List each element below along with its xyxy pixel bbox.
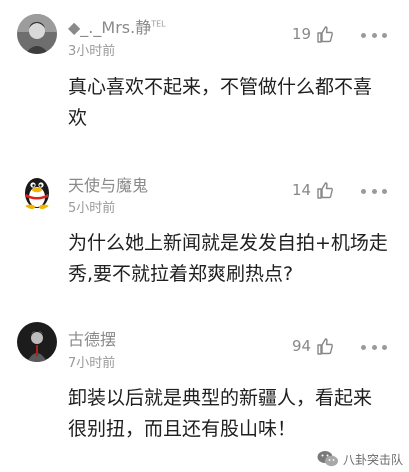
more-dot <box>361 188 366 194</box>
username[interactable]: ◆_._Mrs.静TEL <box>68 14 166 38</box>
more-dot <box>361 32 366 38</box>
more-button[interactable] <box>361 338 387 356</box>
username-text: ◆_._Mrs.静 <box>68 18 152 37</box>
comment-text: 卸装以后就是典型的新疆人，看起来很别扭，而且还有股山味！ <box>68 387 373 440</box>
qq-penguin-icon <box>25 178 49 210</box>
more-button[interactable] <box>361 26 387 44</box>
avatar[interactable] <box>17 322 57 362</box>
timestamp: 5小时前 <box>68 201 116 216</box>
thumbs-up-icon <box>317 26 334 43</box>
like-count: 94 <box>292 337 312 355</box>
avatar-image <box>17 322 57 362</box>
more-dot <box>382 32 387 38</box>
more-dot <box>361 344 366 350</box>
like-button[interactable]: 14 <box>292 180 335 200</box>
more-button[interactable] <box>361 182 387 200</box>
avatar[interactable] <box>17 14 57 54</box>
more-dot <box>371 188 377 194</box>
like-count: 19 <box>292 25 312 43</box>
thumbs-up-icon <box>317 182 334 199</box>
like-button[interactable]: 19 <box>292 24 335 44</box>
like-count: 14 <box>292 181 312 199</box>
comment-text: 为什么她上新闻就是发发自拍+机场走秀,要不就拉着郑爽刷热点? <box>68 232 388 285</box>
username[interactable]: 天使与魔鬼 <box>68 172 148 196</box>
timestamp: 7小时前 <box>68 356 116 371</box>
like-button[interactable]: 94 <box>292 336 335 356</box>
avatar-image <box>17 14 57 54</box>
avatar[interactable] <box>17 170 57 210</box>
watermark-text: 八卦突击队 <box>342 452 403 467</box>
watermark: 八卦突击队 <box>317 450 403 468</box>
more-dot <box>371 32 377 38</box>
timestamp: 3小时前 <box>68 44 116 59</box>
comment-text: 真心喜欢不起来，不管做什么都不喜欢 <box>68 76 373 129</box>
thumbs-up-icon <box>317 338 334 355</box>
more-dot <box>382 188 387 194</box>
username-suffix: TEL <box>151 19 166 29</box>
wechat-icon <box>317 451 338 467</box>
more-dot <box>382 344 387 350</box>
more-dot <box>371 344 377 350</box>
username[interactable]: 古德摆 <box>68 326 116 350</box>
